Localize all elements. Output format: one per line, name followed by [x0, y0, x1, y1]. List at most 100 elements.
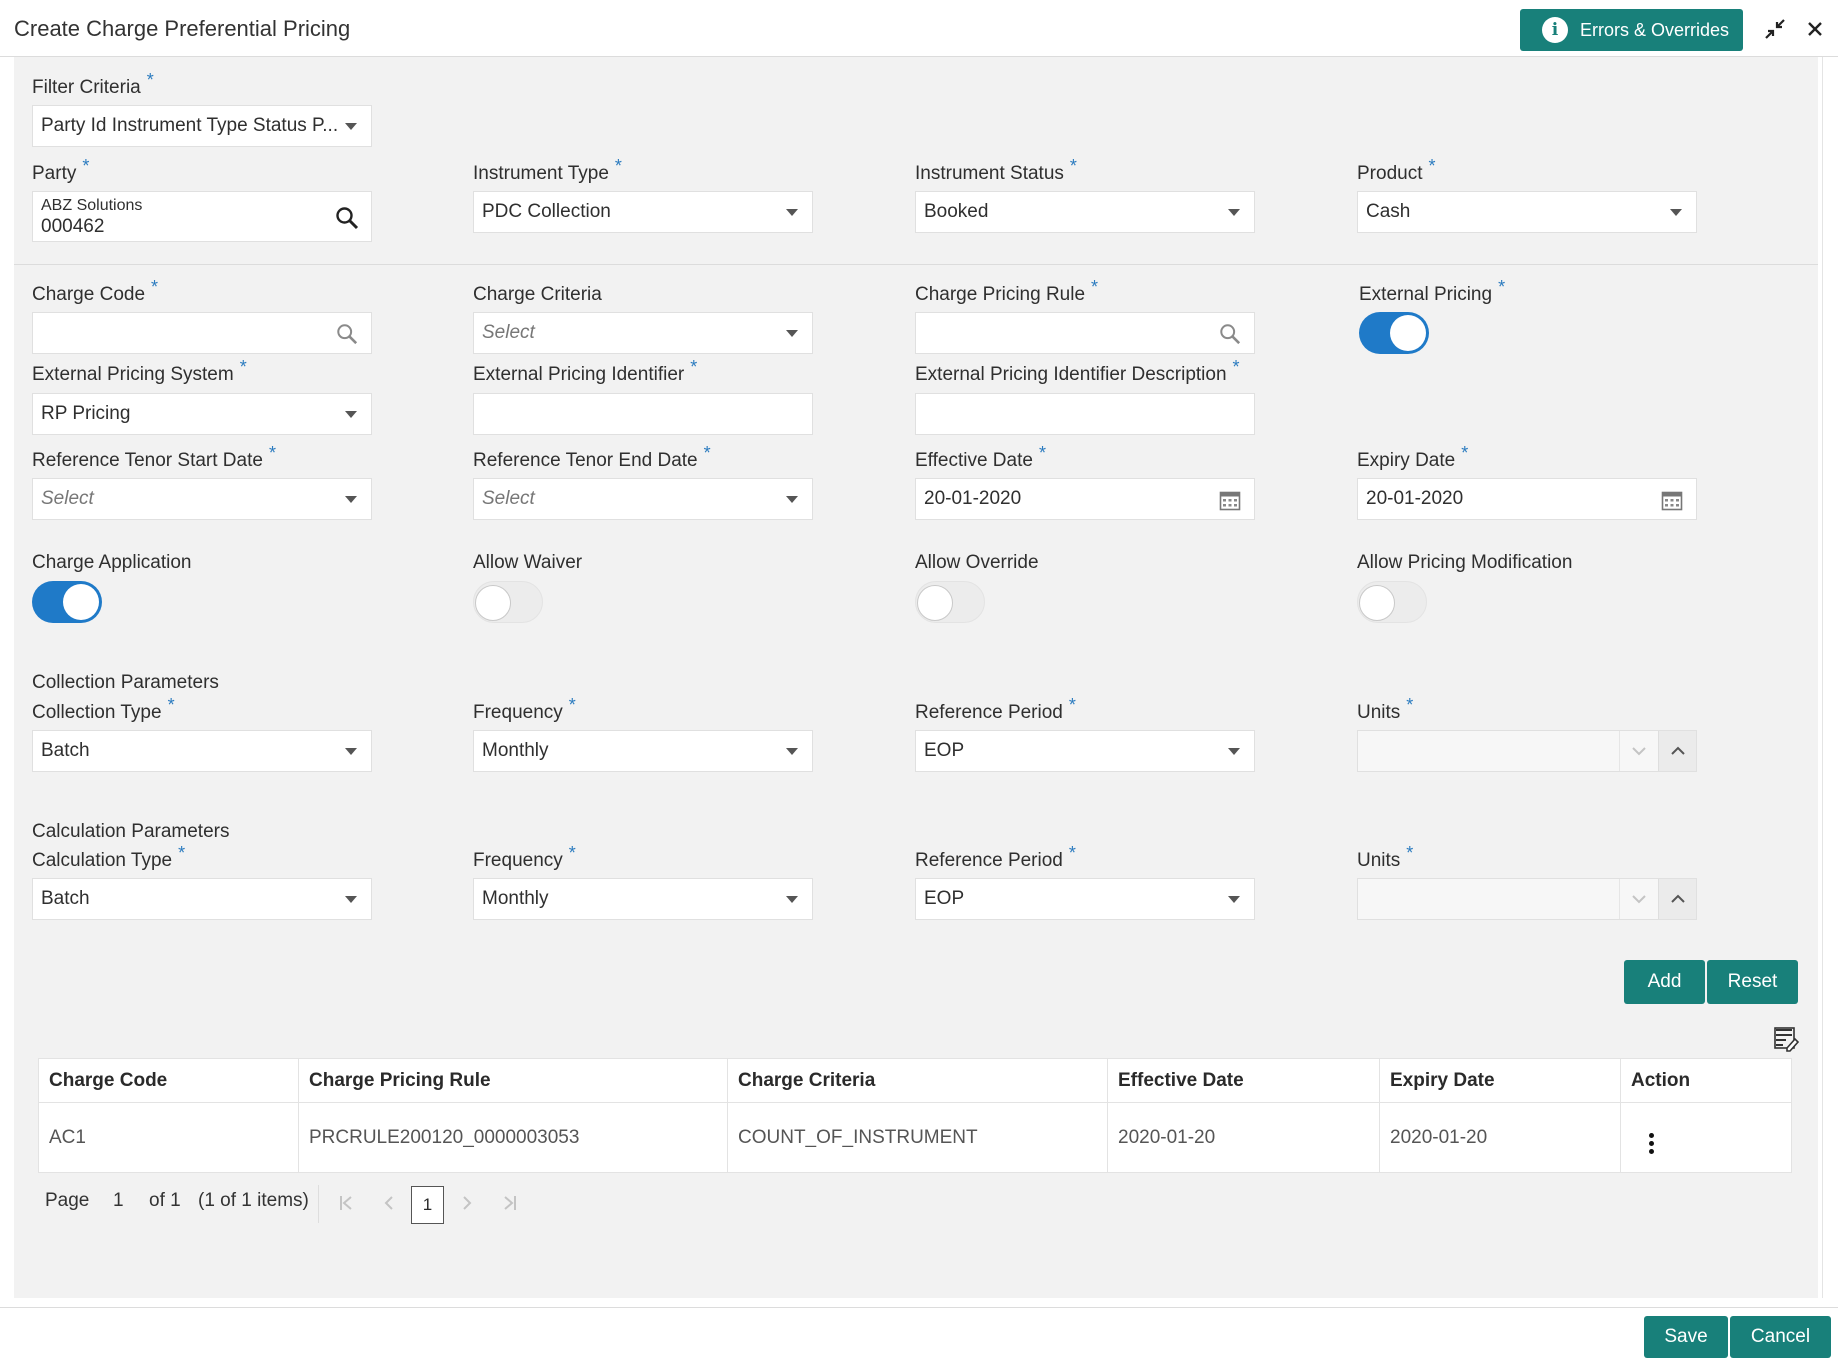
search-icon[interactable] — [335, 322, 359, 346]
chevron-up-icon[interactable] — [1658, 731, 1696, 771]
charge-code-input[interactable] — [32, 312, 372, 354]
chevron-down-icon — [1228, 209, 1240, 216]
allow-pricing-modification-toggle[interactable] — [1357, 581, 1427, 623]
allow-override-label: Allow Override — [915, 552, 1039, 573]
reference-tenor-start-date-select[interactable]: Select — [32, 478, 372, 520]
pagination-page-input[interactable]: 1 — [113, 1190, 124, 1212]
chevron-down-icon — [786, 496, 798, 503]
toggle-knob — [63, 584, 99, 620]
chevron-down-icon — [786, 330, 798, 337]
cell-charge-pricing-rule: PRCRULE200120_0000003053 — [298, 1102, 728, 1173]
toggle-knob — [917, 585, 953, 621]
first-page-icon[interactable] — [335, 1192, 357, 1214]
calculation-reference-period-select[interactable]: EOP — [915, 878, 1255, 920]
calendar-icon[interactable] — [1218, 488, 1242, 512]
next-page-icon[interactable] — [456, 1192, 478, 1214]
chevron-down-icon — [345, 896, 357, 903]
current-page-button[interactable]: 1 — [411, 1186, 444, 1224]
col-charge-pricing-rule[interactable]: Charge Pricing Rule — [298, 1058, 728, 1103]
external-pricing-identifier-description-label: External Pricing Identifier Description * — [915, 357, 1240, 385]
chevron-down-icon[interactable] — [1619, 731, 1657, 771]
collection-units-label: Units * — [1357, 695, 1414, 723]
col-effective-date[interactable]: Effective Date — [1107, 1058, 1380, 1103]
external-pricing-system-select[interactable]: RP Pricing — [32, 393, 372, 435]
charge-code-label: Charge Code * — [32, 277, 159, 305]
collection-parameters-heading: Collection Parameters — [32, 672, 219, 693]
instrument-status-label: Instrument Status * — [915, 156, 1077, 184]
column-settings-icon[interactable] — [1773, 1026, 1800, 1052]
chevron-down-icon — [786, 748, 798, 755]
external-pricing-identifier-description-input[interactable] — [915, 393, 1255, 435]
cell-action — [1620, 1102, 1792, 1173]
charge-pricing-rule-input[interactable] — [915, 312, 1255, 354]
calculation-reference-period-label: Reference Period * — [915, 843, 1076, 871]
product-label: Product * — [1357, 156, 1436, 184]
add-button[interactable]: Add — [1624, 960, 1705, 1004]
external-pricing-identifier-input[interactable] — [473, 393, 813, 435]
search-icon[interactable] — [1218, 322, 1242, 346]
expiry-date-input[interactable]: 20-01-2020 — [1357, 478, 1697, 520]
charge-criteria-select[interactable]: Select — [473, 312, 813, 354]
cancel-button[interactable]: Cancel — [1730, 1316, 1831, 1358]
chevron-down-icon — [786, 896, 798, 903]
charge-criteria-label: Charge Criteria — [473, 284, 602, 305]
allow-pricing-modification-label: Allow Pricing Modification — [1357, 552, 1573, 573]
calculation-type-select[interactable]: Batch — [32, 878, 372, 920]
allow-waiver-label: Allow Waiver — [473, 552, 583, 573]
instrument-type-label: Instrument Type * — [473, 156, 622, 184]
table-row[interactable]: AC1 PRCRULE200120_0000003053 COUNT_OF_IN… — [38, 1102, 1792, 1173]
party-id: 000462 — [41, 216, 105, 237]
reference-tenor-end-date-select[interactable]: Select — [473, 478, 813, 520]
allow-waiver-toggle[interactable] — [473, 581, 543, 623]
chevron-down-icon — [1228, 896, 1240, 903]
collection-reference-period-select[interactable]: EOP — [915, 730, 1255, 772]
col-charge-criteria[interactable]: Charge Criteria — [727, 1058, 1108, 1103]
cell-expiry-date: 2020-01-20 — [1379, 1102, 1621, 1173]
effective-date-input[interactable]: 20-01-2020 — [915, 478, 1255, 520]
charge-application-toggle[interactable] — [32, 581, 102, 623]
collection-reference-period-label: Reference Period * — [915, 695, 1076, 723]
filter-criteria-label: Filter Criteria * — [32, 70, 154, 98]
save-button[interactable]: Save — [1644, 1316, 1728, 1358]
chevron-down-icon — [786, 209, 798, 216]
calculation-units-label: Units * — [1357, 843, 1414, 871]
pagination-divider — [318, 1185, 319, 1223]
col-expiry-date[interactable]: Expiry Date — [1379, 1058, 1621, 1103]
scrollbar-track[interactable] — [1822, 57, 1823, 1298]
search-icon[interactable] — [335, 206, 359, 230]
col-action: Action — [1620, 1058, 1792, 1103]
pagination-page-label: Page — [45, 1190, 90, 1211]
errors-overrides-button[interactable]: i Errors & Overrides — [1520, 9, 1743, 51]
chevron-down-icon[interactable] — [1619, 879, 1657, 919]
more-actions-icon[interactable] — [1649, 1132, 1654, 1154]
pagination-items-label: (1 of 1 items) — [198, 1190, 309, 1211]
party-field[interactable]: ABZ Solutions 000462 — [32, 191, 372, 242]
pricing-table: Charge Code Charge Pricing Rule Charge C… — [38, 1058, 1792, 1173]
pagination-of-label: of 1 — [149, 1190, 181, 1211]
collection-units-stepper[interactable] — [1357, 730, 1697, 772]
last-page-icon[interactable] — [499, 1192, 521, 1214]
previous-page-icon[interactable] — [378, 1192, 400, 1214]
collection-frequency-select[interactable]: Monthly — [473, 730, 813, 772]
calendar-icon[interactable] — [1660, 488, 1684, 512]
chevron-down-icon — [345, 748, 357, 755]
collection-type-select[interactable]: Batch — [32, 730, 372, 772]
instrument-status-select[interactable]: Booked — [915, 191, 1255, 233]
external-pricing-toggle[interactable] — [1359, 312, 1429, 354]
footer-divider — [0, 1307, 1838, 1308]
calculation-units-stepper[interactable] — [1357, 878, 1697, 920]
reference-tenor-end-date-label: Reference Tenor End Date * — [473, 443, 711, 471]
chevron-down-icon — [345, 496, 357, 503]
allow-override-toggle[interactable] — [915, 581, 985, 623]
chevron-down-icon — [1228, 748, 1240, 755]
filter-criteria-select[interactable]: Party Id Instrument Type Status P... — [32, 105, 372, 147]
product-select[interactable]: Cash — [1357, 191, 1697, 233]
cell-charge-criteria: COUNT_OF_INSTRUMENT — [727, 1102, 1108, 1173]
chevron-up-icon[interactable] — [1658, 879, 1696, 919]
col-charge-code[interactable]: Charge Code — [38, 1058, 299, 1103]
reset-button[interactable]: Reset — [1707, 960, 1798, 1004]
calculation-frequency-select[interactable]: Monthly — [473, 878, 813, 920]
close-icon[interactable] — [1802, 16, 1828, 42]
minimize-icon[interactable] — [1762, 16, 1788, 42]
instrument-type-select[interactable]: PDC Collection — [473, 191, 813, 233]
